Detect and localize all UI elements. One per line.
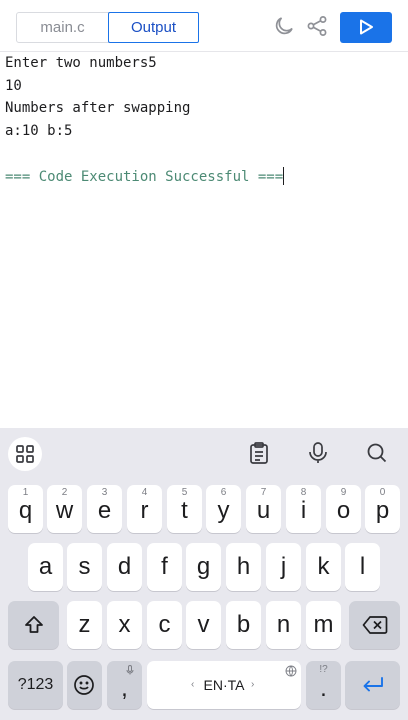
key-hint: 3 bbox=[101, 487, 108, 498]
key-u[interactable]: 7u bbox=[246, 485, 281, 533]
space-left-arrow: ‹ bbox=[191, 679, 195, 690]
key-label: k bbox=[317, 553, 330, 580]
key-x[interactable]: x bbox=[107, 601, 142, 649]
text-cursor bbox=[283, 167, 285, 185]
key-hint: 4 bbox=[141, 487, 148, 498]
tab-output[interactable]: Output bbox=[108, 12, 199, 43]
shift-key[interactable] bbox=[8, 601, 59, 649]
key-label: v bbox=[197, 611, 210, 638]
key-label: s bbox=[78, 553, 91, 580]
key-hint: 8 bbox=[300, 487, 307, 498]
grid-button[interactable] bbox=[8, 437, 42, 471]
key-g[interactable]: g bbox=[186, 543, 221, 591]
space-label: EN·TA bbox=[203, 677, 245, 693]
key-j[interactable]: j bbox=[266, 543, 301, 591]
key-hint: 6 bbox=[220, 487, 227, 498]
key-d[interactable]: d bbox=[107, 543, 142, 591]
globe-icon bbox=[285, 665, 297, 677]
period-key[interactable]: !? . bbox=[306, 661, 341, 709]
tab-main-c[interactable]: main.c bbox=[17, 13, 108, 42]
console-line: Numbers after swapping bbox=[5, 100, 191, 116]
key-label: l bbox=[359, 553, 366, 580]
backspace-icon bbox=[362, 616, 388, 634]
key-label: z bbox=[78, 611, 91, 638]
key-w[interactable]: 2w bbox=[47, 485, 82, 533]
comma-key[interactable]: , bbox=[107, 661, 142, 709]
key-label: m bbox=[313, 611, 334, 638]
key-y[interactable]: 6y bbox=[206, 485, 241, 533]
backspace-key[interactable] bbox=[349, 601, 400, 649]
share-icon[interactable] bbox=[305, 14, 329, 38]
key-q[interactable]: 1q bbox=[8, 485, 43, 533]
key-label: a bbox=[38, 553, 53, 580]
key-label: d bbox=[117, 553, 132, 580]
key-s[interactable]: s bbox=[67, 543, 102, 591]
key-hint: 9 bbox=[340, 487, 347, 498]
execution-success-message: === Code Execution Successful === bbox=[5, 167, 285, 185]
key-v[interactable]: v bbox=[186, 601, 221, 649]
on-screen-keyboard: 1q 2w 3e 4r 5t 6y 7u 8i 9o 0p a s d f g … bbox=[0, 428, 408, 720]
key-p[interactable]: 0p bbox=[365, 485, 400, 533]
microphone-icon[interactable] bbox=[305, 440, 331, 466]
key-label: x bbox=[118, 611, 131, 638]
success-text: === Code Execution Successful === bbox=[5, 169, 284, 185]
clipboard-icon[interactable] bbox=[246, 440, 272, 466]
keyboard-toolbar bbox=[0, 428, 408, 478]
run-button[interactable] bbox=[340, 12, 392, 43]
console-line: a:10 b:5 bbox=[5, 123, 73, 139]
key-label: n bbox=[276, 611, 291, 638]
enter-key[interactable] bbox=[345, 661, 400, 709]
editor-header: main.c Output bbox=[0, 0, 408, 52]
symbols-key[interactable]: ?123 bbox=[8, 661, 63, 709]
emoji-key[interactable] bbox=[67, 661, 102, 709]
key-hint: 1 bbox=[22, 487, 29, 498]
key-label: j bbox=[280, 553, 287, 580]
key-label: h bbox=[236, 553, 251, 580]
key-hint: 7 bbox=[260, 487, 267, 498]
key-hint: 5 bbox=[181, 487, 188, 498]
key-label: b bbox=[236, 611, 251, 638]
file-tabs: main.c Output bbox=[16, 12, 199, 43]
shift-arrow-icon bbox=[25, 616, 43, 633]
emoji-icon bbox=[74, 675, 94, 695]
key-f[interactable]: f bbox=[147, 543, 182, 591]
play-icon bbox=[360, 19, 373, 35]
key-t[interactable]: 5t bbox=[167, 485, 202, 533]
key-e[interactable]: 3e bbox=[87, 485, 122, 533]
grid-icon bbox=[16, 445, 34, 463]
key-i[interactable]: 8i bbox=[286, 485, 321, 533]
key-o[interactable]: 9o bbox=[326, 485, 361, 533]
search-icon[interactable] bbox=[364, 440, 390, 466]
output-console[interactable]: Enter two numbers5 10 Numbers after swap… bbox=[0, 52, 408, 428]
key-hint: !? bbox=[319, 664, 328, 675]
key-label: c bbox=[158, 611, 171, 638]
key-label: f bbox=[161, 553, 168, 580]
key-label: g bbox=[196, 553, 211, 580]
key-r[interactable]: 4r bbox=[127, 485, 162, 533]
key-h[interactable]: h bbox=[226, 543, 261, 591]
key-l[interactable]: l bbox=[345, 543, 380, 591]
key-hint: 0 bbox=[379, 487, 386, 498]
key-b[interactable]: b bbox=[226, 601, 261, 649]
key-a[interactable]: a bbox=[28, 543, 63, 591]
key-k[interactable]: k bbox=[306, 543, 341, 591]
moon-icon[interactable] bbox=[272, 14, 296, 38]
key-c[interactable]: c bbox=[147, 601, 182, 649]
key-hint: 2 bbox=[61, 487, 68, 498]
key-label: ?123 bbox=[17, 676, 54, 693]
key-n[interactable]: n bbox=[266, 601, 301, 649]
enter-arrow-icon bbox=[363, 677, 383, 692]
key-m[interactable]: m bbox=[306, 601, 341, 649]
console-line: 10 bbox=[5, 78, 22, 94]
space-right-arrow: › bbox=[251, 679, 255, 690]
console-line: Enter two numbers5 bbox=[5, 55, 157, 71]
key-z[interactable]: z bbox=[67, 601, 102, 649]
space-key[interactable]: EN·TA ‹ › bbox=[147, 661, 301, 709]
